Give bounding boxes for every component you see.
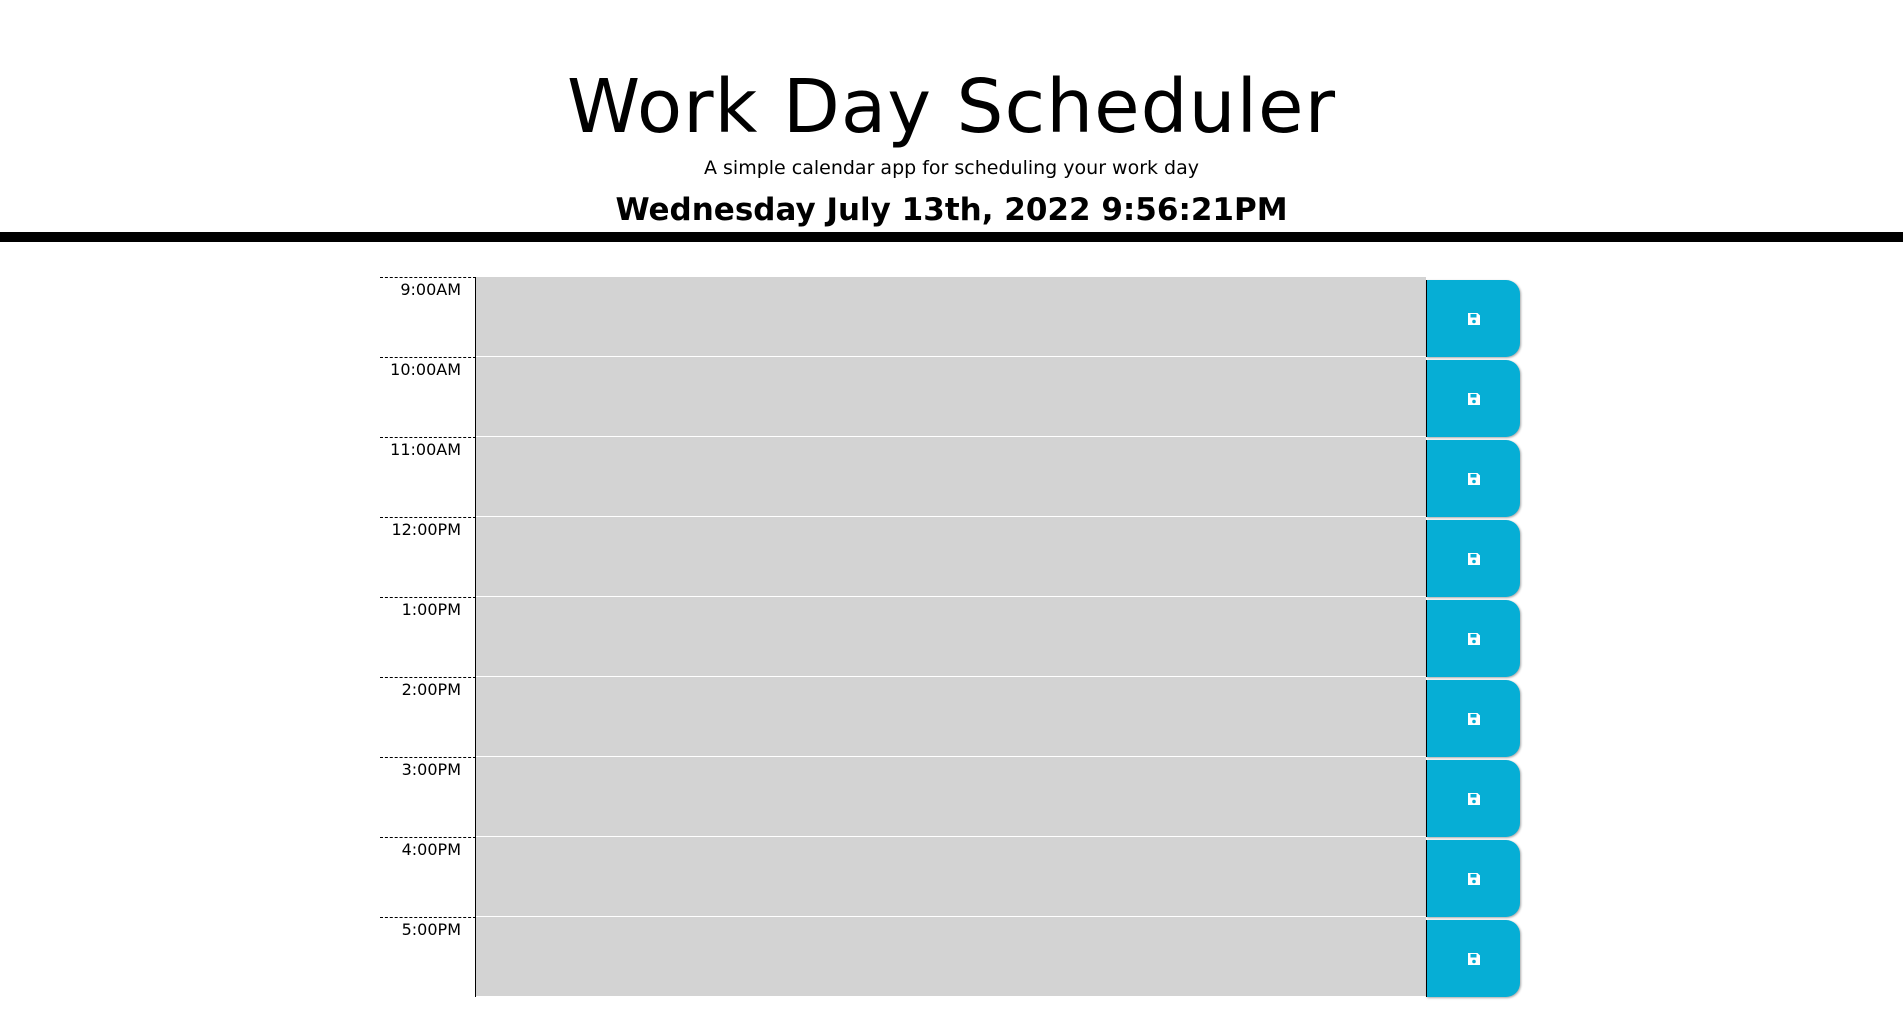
hour-label: 3:00PM (380, 757, 476, 837)
time-block-row: 12:00PM (380, 517, 1520, 597)
floppy-disk-icon (1466, 311, 1482, 327)
schedule-container: 9:00AM 10:00AM 11:00AM 12:00PM 1:00PM 2:… (380, 277, 1520, 997)
floppy-disk-icon (1466, 871, 1482, 887)
event-description-input[interactable] (476, 357, 1426, 437)
save-button[interactable] (1426, 280, 1520, 357)
time-block-row: 5:00PM (380, 917, 1520, 997)
time-block-row: 10:00AM (380, 357, 1520, 437)
hour-label: 12:00PM (380, 517, 476, 597)
event-description-input[interactable] (476, 597, 1426, 677)
floppy-disk-icon (1466, 791, 1482, 807)
event-description-input[interactable] (476, 517, 1426, 597)
hour-label: 5:00PM (380, 917, 476, 997)
time-block-row: 2:00PM (380, 677, 1520, 757)
hour-label: 10:00AM (380, 357, 476, 437)
time-block-row: 4:00PM (380, 837, 1520, 917)
event-description-input[interactable] (476, 677, 1426, 757)
floppy-disk-icon (1466, 631, 1482, 647)
hour-label: 4:00PM (380, 837, 476, 917)
event-description-input[interactable] (476, 277, 1426, 357)
floppy-disk-icon (1466, 711, 1482, 727)
time-block-row: 11:00AM (380, 437, 1520, 517)
page-title: Work Day Scheduler (566, 64, 1337, 150)
hour-label: 1:00PM (380, 597, 476, 677)
floppy-disk-icon (1466, 951, 1482, 967)
event-description-input[interactable] (476, 757, 1426, 837)
hour-label: 2:00PM (380, 677, 476, 757)
save-button[interactable] (1426, 520, 1520, 597)
save-button[interactable] (1426, 920, 1520, 997)
time-block-row: 3:00PM (380, 757, 1520, 837)
event-description-input[interactable] (476, 917, 1426, 997)
save-button[interactable] (1426, 760, 1520, 837)
save-button[interactable] (1426, 840, 1520, 917)
event-description-input[interactable] (476, 837, 1426, 917)
save-button[interactable] (1426, 360, 1520, 437)
event-description-input[interactable] (476, 437, 1426, 517)
floppy-disk-icon (1466, 391, 1482, 407)
hour-label: 9:00AM (380, 277, 476, 357)
current-date-time: Wednesday July 13th, 2022 9:56:21PM (615, 192, 1288, 228)
floppy-disk-icon (1466, 471, 1482, 487)
save-button[interactable] (1426, 680, 1520, 757)
page-subtitle: A simple calendar app for scheduling you… (703, 157, 1200, 179)
header: Work Day Scheduler A simple calendar app… (0, 0, 1903, 242)
time-block-row: 9:00AM (380, 277, 1520, 357)
save-button[interactable] (1426, 600, 1520, 677)
floppy-disk-icon (1466, 551, 1482, 567)
save-button[interactable] (1426, 440, 1520, 517)
hour-label: 11:00AM (380, 437, 476, 517)
time-block-row: 1:00PM (380, 597, 1520, 677)
